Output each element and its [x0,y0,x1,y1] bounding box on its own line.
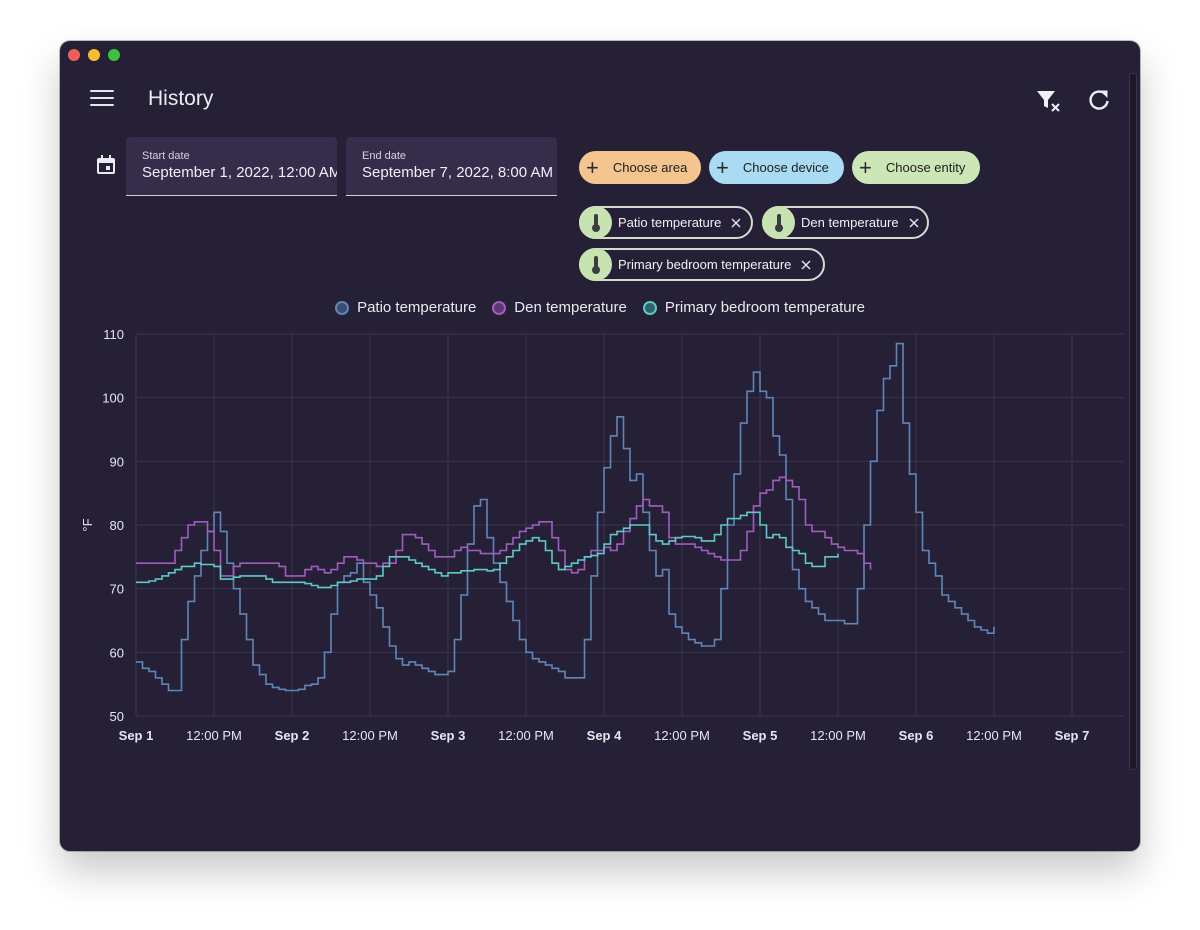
x-tick-label: Sep 3 [431,728,466,743]
x-tick-label: 12:00 PM [342,728,398,743]
y-axis-label: °F [80,518,95,531]
x-tick-label: 12:00 PM [966,728,1022,743]
x-tick-label: 12:00 PM [654,728,710,743]
y-tick-label: 90 [110,454,124,469]
y-tick-label: 60 [110,645,124,660]
x-tick-label: Sep 7 [1055,728,1090,743]
x-tick-label: 12:00 PM [810,728,866,743]
x-tick-label: 12:00 PM [498,728,554,743]
y-tick-label: 50 [110,709,124,724]
y-tick-label: 70 [110,582,124,597]
y-tick-label: 100 [102,391,124,406]
temperature-history-chart: 50 60 70 80 90 100 110 Sep 1 12:00 PM Sep 2 12:00 … [80,327,1124,743]
y-tick-label: 80 [110,518,124,533]
x-tick-label: Sep 6 [899,728,934,743]
app-window: History Start date September 1, 2022, 12… [60,41,1140,851]
x-tick-label: Sep 4 [587,728,622,743]
x-tick-label: Sep 1 [119,728,154,743]
series-line-0 [136,342,995,692]
x-tick-label: 12:00 PM [186,728,242,743]
y-tick-label: 110 [103,327,124,342]
x-tick-label: Sep 2 [275,728,310,743]
x-tick-label: Sep 5 [743,728,778,743]
